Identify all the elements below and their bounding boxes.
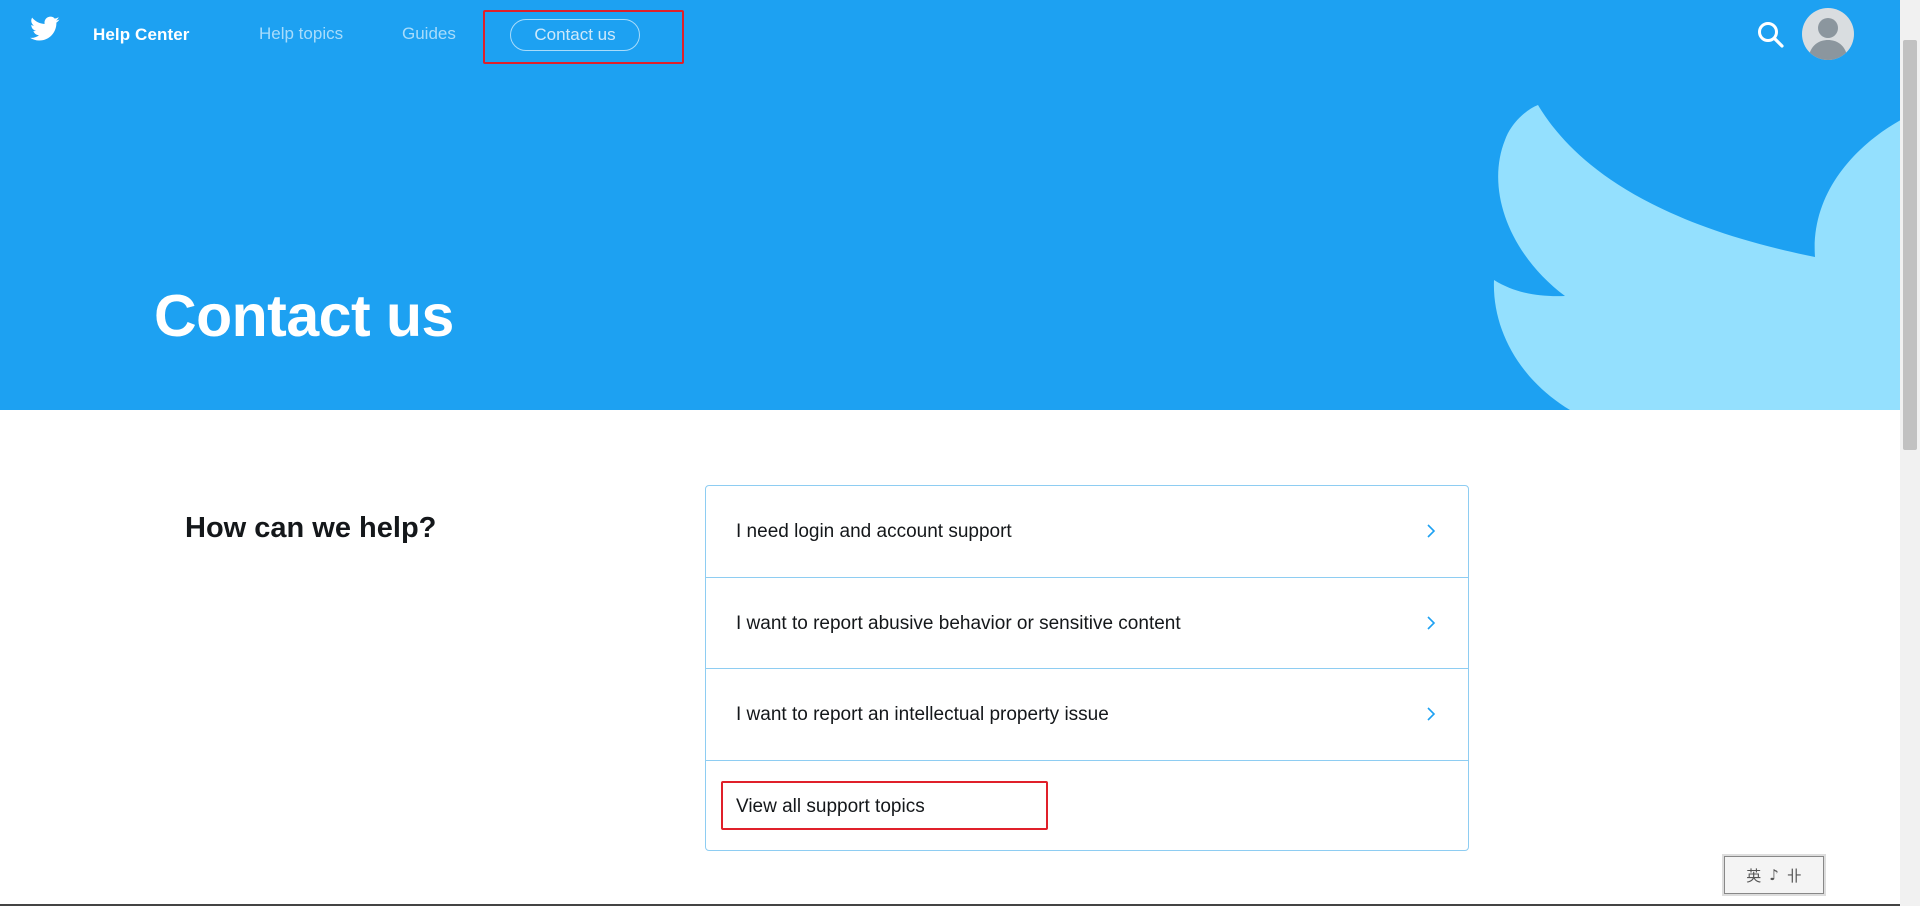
nav-guides[interactable]: Guides: [402, 24, 456, 44]
option-label: I need login and account support: [736, 521, 1012, 542]
scrollbar-thumb[interactable]: [1903, 40, 1917, 450]
option-report-abuse[interactable]: I want to report abusive behavior or sen…: [706, 578, 1468, 669]
top-navigation: Help Center Help topics Guides Contact u…: [0, 0, 1900, 70]
chevron-right-icon: [1427, 707, 1436, 721]
option-label: View all support topics: [736, 795, 925, 817]
option-label: I want to report an intellectual propert…: [736, 704, 1109, 725]
option-login-account-support[interactable]: I need login and account support: [706, 486, 1468, 578]
nav-contact-us[interactable]: Contact us: [510, 19, 640, 51]
ime-char: 卝: [1786, 866, 1802, 885]
hero-banner: Help Center Help topics Guides Contact u…: [0, 0, 1900, 410]
vertical-scrollbar[interactable]: [1900, 0, 1920, 906]
twitter-bird-icon[interactable]: [30, 16, 60, 42]
brand-title[interactable]: Help Center: [93, 25, 190, 45]
search-icon[interactable]: [1756, 20, 1786, 50]
support-options-list: I need login and account support I want …: [705, 485, 1469, 851]
option-report-ip-issue[interactable]: I want to report an intellectual propert…: [706, 669, 1468, 761]
chevron-right-icon: [1427, 615, 1436, 630]
default-avatar-icon: [1808, 18, 1848, 60]
chevron-right-icon: [1427, 524, 1436, 538]
hero-bird-graphic: [1493, 105, 1900, 410]
nav-help-topics[interactable]: Help topics: [259, 24, 343, 44]
ime-char: ♪: [1769, 866, 1779, 884]
avatar[interactable]: [1802, 8, 1854, 60]
option-label: I want to report abusive behavior or sen…: [736, 612, 1181, 634]
ime-toolbar[interactable]: 英 ♪ 卝: [1724, 856, 1824, 894]
help-heading: How can we help?: [185, 512, 437, 544]
ime-char: 英: [1746, 866, 1762, 885]
page-title: Contact us: [154, 283, 454, 349]
option-view-all-topics[interactable]: View all support topics: [706, 761, 1468, 853]
